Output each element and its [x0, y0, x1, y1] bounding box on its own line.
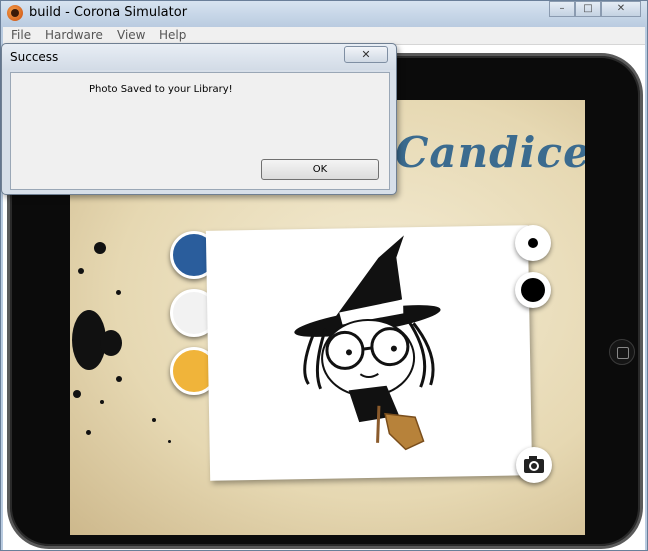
dialog-title-bar: Success ✕ — [2, 44, 396, 70]
ink-splat — [116, 376, 122, 382]
ink-splat — [100, 400, 104, 404]
ink-splat — [116, 290, 121, 295]
menu-help[interactable]: Help — [159, 28, 186, 42]
simulator-window: build - Corona Simulator – □ ✕ File Hard… — [0, 0, 648, 551]
drawing-canvas[interactable] — [205, 225, 533, 481]
brush-size-large[interactable] — [515, 272, 551, 308]
ink-splat — [73, 390, 81, 398]
dialog-message: Photo Saved to your Library! — [89, 84, 233, 95]
app-title-logo: Candice — [395, 128, 585, 177]
menu-view[interactable]: View — [117, 28, 145, 42]
title-bar: build - Corona Simulator – □ ✕ — [1, 1, 647, 27]
minimize-button[interactable]: – — [549, 1, 575, 17]
window-controls: – □ ✕ — [549, 1, 641, 17]
dialog-title: Success — [10, 50, 59, 64]
dialog-body: Photo Saved to your Library! OK — [10, 72, 390, 190]
ink-splat — [86, 430, 91, 435]
ink-splat — [94, 242, 106, 254]
small-dot-icon — [528, 238, 538, 248]
ink-splat — [100, 330, 122, 356]
brush-size-small[interactable] — [515, 225, 551, 261]
close-window-button[interactable]: ✕ — [601, 1, 641, 17]
save-photo-button[interactable] — [516, 447, 552, 483]
witch-drawing — [294, 235, 441, 451]
dialog-close-button[interactable]: ✕ — [344, 46, 388, 63]
corona-app-icon — [7, 5, 23, 21]
ink-splat — [152, 418, 156, 422]
menu-hardware[interactable]: Hardware — [45, 28, 103, 42]
success-dialog: Success ✕ Photo Saved to your Library! O… — [1, 43, 397, 195]
menu-file[interactable]: File — [11, 28, 31, 42]
camera-icon — [524, 456, 544, 473]
maximize-button[interactable]: □ — [575, 1, 601, 17]
ok-button[interactable]: OK — [261, 159, 379, 180]
ink-splat — [168, 440, 171, 443]
ink-splat — [78, 268, 84, 274]
home-button[interactable] — [609, 339, 635, 365]
window-title: build - Corona Simulator — [29, 5, 188, 20]
large-dot-icon — [521, 278, 545, 302]
